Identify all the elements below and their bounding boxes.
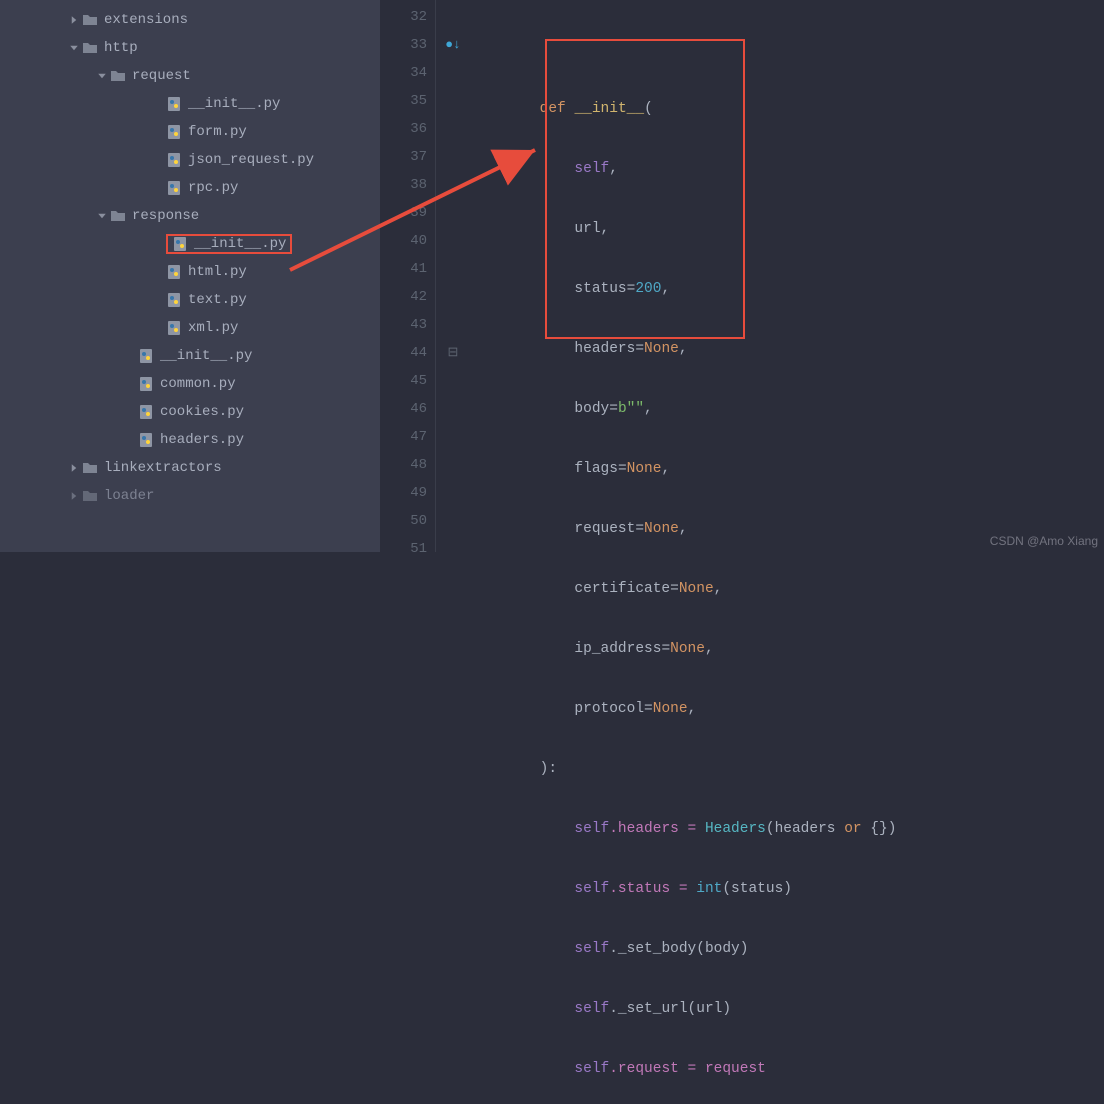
line-number: 41 [380, 255, 427, 283]
tree-item-file[interactable]: form.py [0, 118, 380, 146]
watermark: CSDN @Amo Xiang [990, 534, 1098, 548]
python-file-icon [172, 236, 188, 252]
code-area[interactable]: def __init__( self, url, status=200, hea… [470, 0, 1104, 552]
chevron-down-icon [68, 42, 80, 54]
collapse-icon[interactable]: ⊟ [448, 339, 459, 367]
python-file-icon [138, 376, 154, 392]
project-tree[interactable]: extensions http request __init__.py form… [0, 0, 380, 552]
tree-label: extensions [104, 12, 188, 28]
gutter-annotations: ●↓ ⊟ [436, 0, 470, 552]
tree-item-file[interactable]: rpc.py [0, 174, 380, 202]
tree-item-file[interactable]: __init__.py [0, 90, 380, 118]
folder-icon [110, 68, 126, 84]
python-file-icon [166, 292, 182, 308]
tree-item-http[interactable]: http [0, 34, 380, 62]
line-number: 34 [380, 59, 427, 87]
function-name: __init__ [574, 101, 644, 117]
line-number: 42 [380, 283, 427, 311]
folder-icon [110, 208, 126, 224]
line-number: 45 [380, 367, 427, 395]
line-number: 32 [380, 3, 427, 31]
tree-label: http [104, 40, 138, 56]
python-file-icon [166, 152, 182, 168]
python-file-icon [166, 264, 182, 280]
tree-label: request [132, 68, 191, 84]
line-number: 38 [380, 171, 427, 199]
line-number: 39 [380, 199, 427, 227]
line-number: 36 [380, 115, 427, 143]
tree-item-file[interactable]: common.py [0, 370, 380, 398]
folder-icon [82, 12, 98, 28]
tree-label: cookies.py [160, 404, 244, 420]
tree-item-file[interactable]: json_request.py [0, 146, 380, 174]
chevron-down-icon [96, 70, 108, 82]
line-number: 35 [380, 87, 427, 115]
line-number: 44 [380, 339, 427, 367]
tree-label: linkextractors [104, 460, 222, 476]
tree-label: __init__.py [188, 96, 280, 112]
tree-label: html.py [188, 264, 247, 280]
line-number: 33 [380, 31, 427, 59]
keyword-def: def [540, 101, 566, 117]
tree-item-linkextractors[interactable]: linkextractors [0, 454, 380, 482]
python-file-icon [138, 432, 154, 448]
tree-item-response[interactable]: response [0, 202, 380, 230]
folder-icon [82, 40, 98, 56]
tree-item-file[interactable]: xml.py [0, 314, 380, 342]
chevron-right-icon [68, 462, 80, 474]
tree-label: loader [104, 488, 154, 504]
tree-item-request[interactable]: request [0, 62, 380, 90]
line-number: 48 [380, 451, 427, 479]
line-number: 50 [380, 507, 427, 535]
python-file-icon [166, 180, 182, 196]
python-file-icon [138, 348, 154, 364]
tree-label: form.py [188, 124, 247, 140]
tree-label: response [132, 208, 199, 224]
python-file-icon [166, 124, 182, 140]
folder-icon [82, 460, 98, 476]
tree-item-file-selected[interactable]: __init__.py [0, 230, 380, 258]
implements-icon[interactable]: ●↓ [445, 31, 461, 59]
line-number: 51 [380, 535, 427, 563]
line-number: 47 [380, 423, 427, 451]
line-number: 43 [380, 311, 427, 339]
tree-label: text.py [188, 292, 247, 308]
line-number: 37 [380, 143, 427, 171]
tree-label: __init__.py [194, 236, 286, 252]
line-number: 46 [380, 395, 427, 423]
python-file-icon [166, 96, 182, 112]
tree-label: headers.py [160, 432, 244, 448]
line-number-gutter: 3233343536373839404142434445464748495051 [380, 0, 436, 552]
tree-item-file[interactable]: text.py [0, 286, 380, 314]
python-file-icon [138, 404, 154, 420]
code-editor[interactable]: 3233343536373839404142434445464748495051… [380, 0, 1104, 552]
tree-item-file[interactable]: cookies.py [0, 398, 380, 426]
tree-item-file[interactable]: html.py [0, 258, 380, 286]
chevron-right-icon [68, 14, 80, 26]
tree-label: __init__.py [160, 348, 252, 364]
tree-label: json_request.py [188, 152, 314, 168]
chevron-down-icon [96, 210, 108, 222]
tree-item-file[interactable]: headers.py [0, 426, 380, 454]
line-number: 40 [380, 227, 427, 255]
tree-label: rpc.py [188, 180, 238, 196]
tree-item-loader[interactable]: loader [0, 482, 380, 510]
tree-item-file[interactable]: __init__.py [0, 342, 380, 370]
tree-item-extensions[interactable]: extensions [0, 6, 380, 34]
chevron-right-icon [68, 490, 80, 502]
line-number: 49 [380, 479, 427, 507]
python-file-icon [166, 320, 182, 336]
folder-icon [82, 488, 98, 504]
tree-label: xml.py [188, 320, 238, 336]
tree-label: common.py [160, 376, 236, 392]
